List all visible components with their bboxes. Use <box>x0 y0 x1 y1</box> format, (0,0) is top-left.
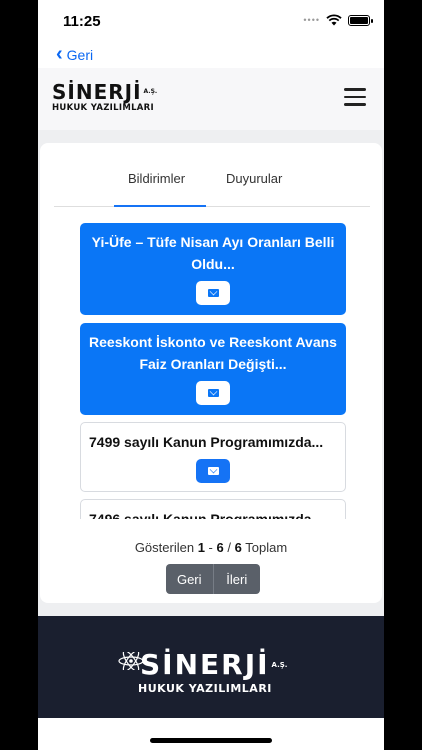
wifi-icon <box>326 14 342 26</box>
envelope-icon <box>207 289 219 297</box>
notification-title: 7496 sayılı Kanun Programımızda... <box>89 511 324 519</box>
status-time: 11:25 <box>63 13 101 30</box>
atom-icon <box>118 652 144 670</box>
tab-duyurular[interactable]: Duyurular <box>226 171 282 186</box>
header-logo[interactable]: SİNERJİ A.Ş. HUKUK YAZILIMLARI <box>52 82 157 113</box>
logo-subtitle: HUKUK YAZILIMLARI <box>52 103 154 113</box>
pagination-prefix: Gösterilen <box>134 540 195 555</box>
envelope-icon <box>207 389 219 397</box>
footer-logo-text: SİNERJİ <box>140 648 270 681</box>
tab-bildirimler[interactable]: Bildirimler <box>128 171 185 186</box>
battery-icon <box>348 14 373 26</box>
back-button[interactable]: ‹ Geri <box>56 44 93 66</box>
footer-logo-suffix: A.Ş. <box>271 661 288 669</box>
read-button[interactable] <box>196 381 230 405</box>
pagination-summary: Gösterilen 1 - 6 / 6 Toplam <box>40 540 382 555</box>
pagination-dash: - <box>208 540 213 555</box>
active-tab-indicator <box>114 205 206 207</box>
logo-suffix: A.Ş. <box>143 88 158 95</box>
notification-title: Reeskont İskonto ve Reeskont Avans Faiz … <box>89 334 337 372</box>
footer-logo: SİNERJİ A.Ş. HUKUK YAZILIMLARI <box>118 648 288 695</box>
envelope-icon <box>207 467 219 475</box>
home-indicator-area <box>38 718 384 750</box>
pagination-from: 1 <box>197 540 205 555</box>
read-button[interactable] <box>196 281 230 305</box>
logo-text: SİNERJİ <box>52 80 142 104</box>
menu-icon[interactable] <box>344 88 366 106</box>
pagination-slash: / <box>227 540 231 555</box>
next-page-button[interactable]: İleri <box>212 564 261 594</box>
chevron-left-icon: ‹ <box>56 43 63 65</box>
tab-bar: Bildirimler Duyurular <box>54 157 370 207</box>
home-indicator[interactable] <box>150 738 272 743</box>
prev-page-button[interactable]: Geri <box>166 564 213 594</box>
notification-item[interactable]: Reeskont İskonto ve Reeskont Avans Faiz … <box>80 323 346 415</box>
status-bar: 11:25 •••• <box>38 0 384 42</box>
notification-title: Yi-Üfe – Tüfe Nisan Ayı Oranları Belli O… <box>91 234 335 272</box>
app-screen: 11:25 •••• ‹ Geri SİNERJİ A.Ş. HUKUK YAZI… <box>38 0 384 750</box>
pagination-suffix: Toplam <box>245 540 288 555</box>
back-button-label: Geri <box>66 47 94 63</box>
pagination-to: 6 <box>216 540 224 555</box>
status-icons: •••• <box>303 14 373 26</box>
notification-item[interactable]: 7499 sayılı Kanun Programımızda... <box>80 422 346 492</box>
notification-item[interactable]: Yi-Üfe – Tüfe Nisan Ayı Oranları Belli O… <box>80 223 346 315</box>
notification-title: 7499 sayılı Kanun Programımızda... <box>89 434 324 450</box>
pagination-buttons: Geri İleri <box>166 564 260 594</box>
pagination-total: 6 <box>234 540 242 555</box>
notification-item[interactable]: 7496 sayılı Kanun Programımızda... <box>80 499 346 519</box>
signal-icon: •••• <box>303 15 320 25</box>
notification-list[interactable]: Yi-Üfe – Tüfe Nisan Ayı Oranları Belli O… <box>40 213 382 519</box>
app-header: SİNERJİ A.Ş. HUKUK YAZILIMLARI <box>38 68 384 130</box>
footer-logo-subtitle: HUKUK YAZILIMLARI <box>138 682 272 695</box>
read-button[interactable] <box>196 459 230 483</box>
notifications-card: Bildirimler Duyurular Yi-Üfe – Tüfe Nisa… <box>40 143 382 603</box>
